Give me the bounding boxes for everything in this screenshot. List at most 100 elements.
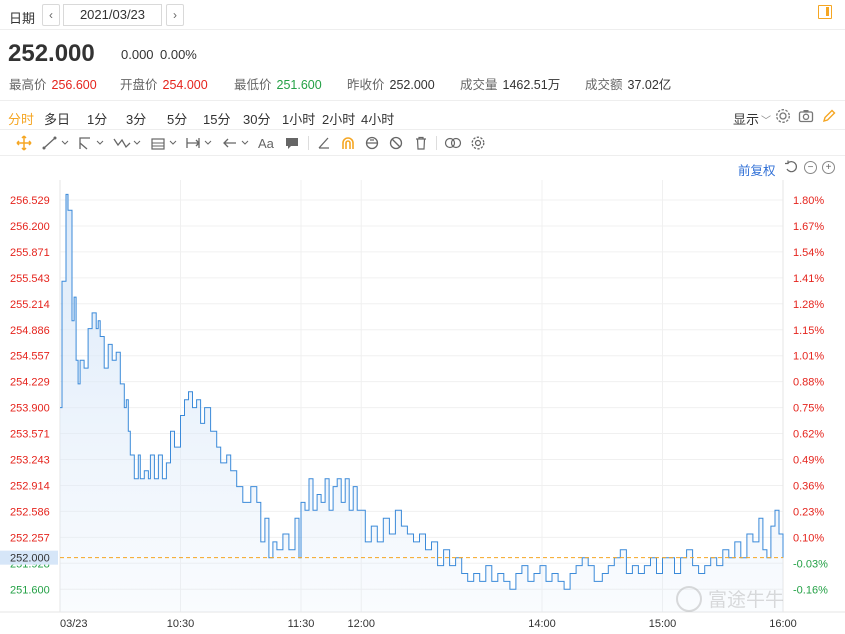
y-tick-label-left: 253.571 bbox=[10, 429, 50, 441]
y-tick-label-left: 255.214 bbox=[10, 299, 50, 311]
tab-15min[interactable]: 15分 bbox=[203, 109, 230, 128]
y-tick-label-right: 0.36% bbox=[793, 480, 824, 492]
panel-toggle-icon[interactable] bbox=[818, 5, 832, 19]
move-tool[interactable] bbox=[16, 135, 32, 151]
y-tick-label-left: 255.871 bbox=[10, 247, 50, 259]
tab-3min[interactable]: 3分 bbox=[126, 109, 146, 128]
y-tick-label-right: 0.23% bbox=[793, 506, 824, 518]
lock-drawings-icon bbox=[365, 136, 379, 150]
watermark-text: 富途牛牛 bbox=[708, 589, 784, 611]
y-axis-right: 1.80% 1.67% 1.54% 1.41% 1.28% 1.15% 1.01% 0.88%… bbox=[793, 195, 828, 596]
tab-5min[interactable]: 5分 bbox=[167, 109, 187, 128]
y-tick-label-right: 1.01% bbox=[793, 351, 824, 363]
range-icon bbox=[186, 138, 212, 148]
arrow-tool[interactable] bbox=[222, 135, 252, 151]
date-input[interactable]: 2021/03/23 bbox=[63, 4, 162, 26]
text-tool-label: Aa bbox=[258, 135, 274, 151]
y-tick-label-left: 255.543 bbox=[10, 273, 50, 285]
y-tick-label-left: 256.200 bbox=[10, 221, 50, 233]
y-tick-label-right: 0.49% bbox=[793, 455, 824, 467]
toolbar-divider bbox=[436, 136, 437, 150]
stat-value: 252.000 bbox=[389, 78, 435, 92]
adjust-mode-button[interactable]: 前复权 bbox=[738, 160, 776, 179]
channel-tool[interactable] bbox=[78, 135, 106, 151]
y-axis-left: 256.529 256.200 255.871 255.543 255.214 254.8… bbox=[10, 195, 50, 596]
y-tick-label-right: 1.15% bbox=[793, 325, 824, 337]
pencil-icon[interactable] bbox=[821, 108, 837, 124]
wave-tool[interactable] bbox=[113, 135, 143, 151]
period-tabs: 分时 多日 1分 3分 5分 15分 30分 1小时 2小时 4小时 显示 ﹀ bbox=[0, 100, 845, 130]
move-icon bbox=[16, 135, 32, 151]
stat-value: 1462.51万 bbox=[502, 78, 561, 92]
x-tick-label: 10:30 bbox=[167, 618, 195, 630]
stat-low: 最低价 251.600 bbox=[234, 74, 322, 93]
magnet-tool[interactable] bbox=[340, 135, 356, 151]
lock-tool[interactable] bbox=[364, 135, 380, 151]
compare-tool[interactable] bbox=[444, 135, 462, 151]
y-tick-label-right: 1.80% bbox=[793, 195, 824, 207]
y-tick-label-left: 252.914 bbox=[10, 480, 50, 492]
y-tick-label-left: 254.886 bbox=[10, 325, 50, 337]
text-tool[interactable]: Aa bbox=[258, 135, 274, 151]
y-tick-label-left: 253.900 bbox=[10, 403, 50, 415]
tab-1min[interactable]: 1分 bbox=[87, 109, 107, 128]
tool-settings[interactable] bbox=[470, 135, 486, 151]
reset-icon[interactable] bbox=[784, 160, 798, 174]
settings-icon[interactable] bbox=[775, 108, 791, 124]
chevron-right-icon: › bbox=[173, 8, 177, 22]
hide-drawings-icon bbox=[389, 136, 403, 150]
tab-2hour[interactable]: 2小时 bbox=[322, 109, 355, 128]
stat-value: 254.000 bbox=[162, 78, 208, 92]
trash-icon bbox=[416, 136, 426, 150]
magnet-icon bbox=[342, 137, 354, 149]
price-chart[interactable]: 256.529 256.200 255.871 255.543 255.214 254.8… bbox=[0, 180, 845, 634]
tab-1hour[interactable]: 1小时 bbox=[282, 109, 315, 128]
stat-label: 开盘价 bbox=[120, 78, 158, 92]
prev-date-button[interactable]: ‹ bbox=[42, 4, 60, 26]
y-tick-label-right: 0.88% bbox=[793, 377, 824, 389]
stat-value: 256.600 bbox=[51, 78, 97, 92]
y-tick-label-right: 0.10% bbox=[793, 532, 824, 544]
stat-value: 251.600 bbox=[276, 78, 322, 92]
stat-label: 成交额 bbox=[585, 78, 623, 92]
x-tick-label: 16:00 bbox=[769, 618, 797, 630]
chevron-left-icon: ‹ bbox=[49, 8, 53, 22]
stat-label: 成交量 bbox=[460, 78, 498, 92]
gear-icon bbox=[471, 136, 485, 150]
tab-4hour[interactable]: 4小时 bbox=[361, 109, 394, 128]
stat-prev-close: 昨收价 252.000 bbox=[347, 74, 435, 93]
ruler-tool[interactable] bbox=[316, 135, 332, 151]
delete-tool[interactable] bbox=[413, 135, 429, 151]
y-tick-label-left: 256.529 bbox=[10, 195, 50, 207]
y-tick-label-right: 1.28% bbox=[793, 299, 824, 311]
channel-icon bbox=[79, 137, 104, 150]
price-change: 0.000 bbox=[121, 47, 154, 62]
line-tool[interactable] bbox=[42, 135, 70, 151]
x-tick-label: 11:30 bbox=[288, 618, 315, 630]
range-tool[interactable] bbox=[185, 135, 215, 151]
stat-turnover: 成交额 37.02亿 bbox=[585, 74, 671, 93]
stat-value: 37.02亿 bbox=[627, 78, 672, 92]
y-tick-label-left: 251.600 bbox=[10, 584, 50, 596]
stat-label: 最低价 bbox=[234, 78, 272, 92]
comment-tool[interactable] bbox=[284, 135, 300, 151]
ruler-icon bbox=[318, 137, 329, 149]
display-dropdown[interactable]: 显示 ﹀ bbox=[733, 109, 771, 128]
next-date-button[interactable]: › bbox=[166, 4, 184, 26]
zoom-out-icon[interactable]: − bbox=[804, 161, 817, 174]
current-price-tag: 252.000 bbox=[0, 550, 58, 565]
tab-30min[interactable]: 30分 bbox=[243, 109, 270, 128]
x-tick-label: 14:00 bbox=[528, 618, 556, 630]
camera-icon[interactable] bbox=[798, 108, 814, 124]
zoom-in-icon[interactable]: + bbox=[822, 161, 835, 174]
tab-multi-day[interactable]: 多日 bbox=[44, 109, 70, 128]
hide-tool[interactable] bbox=[388, 135, 404, 151]
price-tag-label: 252.000 bbox=[10, 553, 50, 565]
compare-icon bbox=[444, 137, 462, 149]
x-tick-label: 15:00 bbox=[649, 618, 677, 630]
arrow-left-icon bbox=[223, 138, 249, 148]
tab-timeshare[interactable]: 分时 bbox=[8, 109, 34, 128]
y-tick-label-right: 1.54% bbox=[793, 247, 824, 259]
display-label: 显示 bbox=[733, 112, 760, 127]
fib-tool[interactable] bbox=[150, 135, 180, 151]
